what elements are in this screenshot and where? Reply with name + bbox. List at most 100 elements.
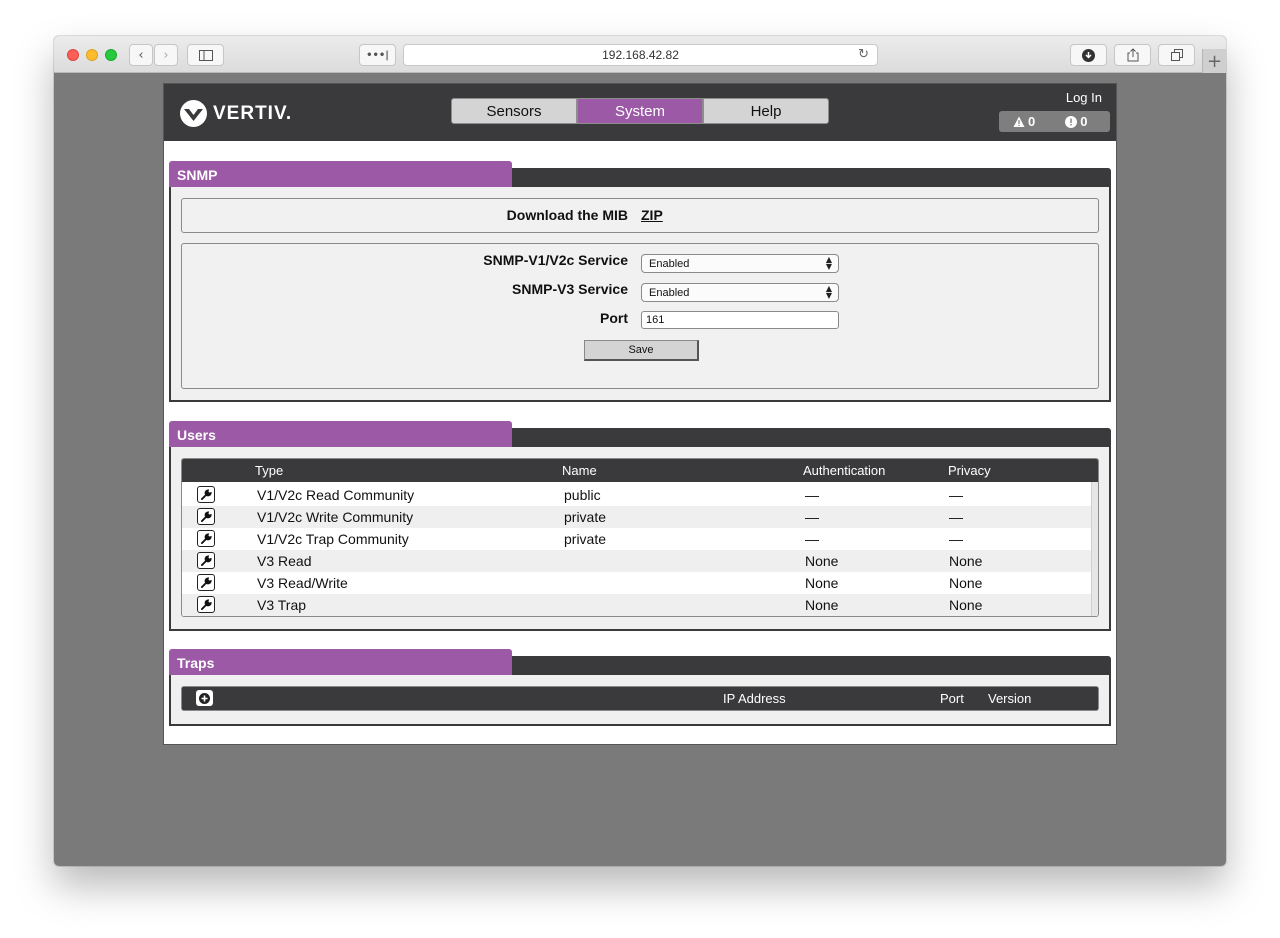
cell-type: V1/V2c Read Community	[257, 487, 415, 503]
table-row: V1/V2c Write Community private — —	[182, 506, 1092, 528]
edit-user-button[interactable]	[197, 486, 215, 503]
reload-icon[interactable]: ↻	[858, 47, 869, 62]
wrench-icon	[200, 555, 212, 566]
plus-circle-icon	[199, 692, 210, 704]
v3-service-row: SNMP-V3 Service Enabled ▲ ▼	[182, 281, 1100, 302]
save-row: Save	[182, 340, 1100, 361]
browser-toolbar: ‹ › •••| 192.168.42.82 ↻ +	[54, 36, 1226, 73]
select-arrows-icon: ▲ ▼	[825, 255, 832, 271]
column-ip-address: IP Address	[723, 691, 786, 706]
column-name: Name	[562, 463, 597, 478]
cell-auth: —	[805, 509, 819, 525]
section-title: Traps	[169, 649, 512, 675]
cell-type: V3 Read/Write	[257, 575, 348, 591]
v1v2c-service-select[interactable]: Enabled ▲ ▼	[641, 254, 839, 273]
warning-counter[interactable]: 0	[1013, 114, 1035, 129]
share-icon	[1127, 48, 1138, 62]
users-table-scrollbar[interactable]	[1091, 482, 1098, 616]
port-input[interactable]: 161	[641, 311, 839, 329]
v1v2c-service-label: SNMP-V1/V2c Service	[483, 252, 628, 268]
brand-name: VERTIV.	[213, 102, 293, 124]
section-body: Type Name Authentication Privacy V1/V2c …	[169, 447, 1111, 631]
tab-sensors[interactable]: Sensors	[451, 98, 577, 124]
warning-triangle-icon	[1013, 116, 1025, 127]
select-arrows-icon: ▲ ▼	[825, 284, 832, 300]
tab-system[interactable]: System	[577, 98, 703, 124]
section-title: Users	[169, 421, 512, 447]
minimize-window-button[interactable]	[86, 49, 98, 61]
alarm-counter[interactable]: 0	[1065, 114, 1087, 129]
table-row: V3 Read None None	[182, 550, 1092, 572]
table-row: V3 Trap None None	[182, 594, 1092, 616]
address-bar[interactable]: 192.168.42.82 ↻	[403, 44, 878, 66]
alarm-summary[interactable]: 0 0	[999, 111, 1110, 132]
column-port: Port	[940, 691, 964, 706]
browser-window: ‹ › •••| 192.168.42.82 ↻ + VERTIV. Senso…	[54, 36, 1226, 866]
vertiv-logo[interactable]: VERTIV.	[180, 100, 292, 127]
edit-user-button[interactable]	[197, 508, 215, 525]
tabs-icon	[1170, 49, 1183, 61]
v3-service-select[interactable]: Enabled ▲ ▼	[641, 283, 839, 302]
sidebar-icon	[198, 49, 213, 61]
sidebar-button[interactable]	[187, 44, 224, 66]
traps-table: IP Address Port Version	[181, 686, 1099, 711]
forward-button[interactable]: ›	[154, 44, 178, 66]
cell-privacy: None	[949, 553, 983, 569]
url-text: 192.168.42.82	[602, 48, 679, 62]
edit-user-button[interactable]	[197, 530, 215, 547]
cell-privacy: —	[949, 487, 963, 503]
wrench-icon	[200, 511, 212, 522]
downloads-button[interactable]	[1070, 44, 1107, 66]
save-button[interactable]: Save	[584, 340, 699, 361]
v1v2c-service-row: SNMP-V1/V2c Service Enabled ▲ ▼	[182, 252, 1100, 273]
wrench-icon	[200, 577, 212, 588]
tabs-button[interactable]	[1158, 44, 1195, 66]
vertiv-logo-icon	[180, 100, 207, 127]
cell-privacy: None	[949, 575, 983, 591]
add-trap-button[interactable]	[196, 690, 213, 706]
snmp-section: SNMP Download the MIB ZIP SNMP-V1/V2c Se…	[169, 161, 1111, 402]
column-type: Type	[255, 463, 284, 478]
section-body: IP Address Port Version	[169, 675, 1111, 726]
app-header: VERTIV. Sensors System Help Log In 0 0	[164, 84, 1116, 141]
port-label: Port	[600, 310, 628, 326]
wrench-icon	[200, 599, 212, 610]
v3-service-label: SNMP-V3 Service	[512, 281, 628, 297]
edit-user-button[interactable]	[197, 574, 215, 591]
users-table-header: Type Name Authentication Privacy	[182, 459, 1098, 482]
zoom-window-button[interactable]	[105, 49, 117, 61]
cell-name: private	[564, 509, 607, 525]
traps-table-header: IP Address Port Version	[182, 687, 1098, 710]
cell-privacy: —	[949, 509, 963, 525]
cell-type: V3 Trap	[257, 597, 307, 613]
section-title: SNMP	[169, 161, 512, 187]
extensions-button[interactable]: •••|	[359, 44, 396, 66]
alarm-count: 0	[1080, 114, 1088, 129]
traps-section: Traps IP Address Port Version	[169, 649, 1111, 726]
table-row: V1/V2c Read Community public — —	[182, 484, 1092, 506]
cell-privacy: None	[949, 597, 983, 613]
users-table: Type Name Authentication Privacy V1/V2c …	[181, 458, 1099, 617]
mib-download-row: Download the MIB ZIP	[182, 207, 1100, 227]
close-window-button[interactable]	[67, 49, 79, 61]
v3-service-value: Enabled	[649, 286, 690, 299]
edit-user-button[interactable]	[197, 596, 215, 613]
edit-user-button[interactable]	[197, 552, 215, 569]
share-button[interactable]	[1114, 44, 1151, 66]
back-button[interactable]: ‹	[129, 44, 153, 66]
users-section: Users Type Name Authentication Privacy V…	[169, 421, 1111, 631]
alert-circle-icon	[1065, 115, 1078, 128]
cell-type: V1/V2c Trap Community	[257, 531, 409, 547]
cell-auth: None	[805, 553, 839, 569]
snmp-settings-box: SNMP-V1/V2c Service Enabled ▲ ▼ SNMP-V3 S…	[181, 243, 1099, 389]
column-privacy: Privacy	[948, 463, 991, 478]
tab-help[interactable]: Help	[703, 98, 829, 124]
new-tab-button[interactable]: +	[1202, 49, 1226, 73]
mib-download-box: Download the MIB ZIP	[181, 198, 1099, 233]
cell-name: private	[564, 531, 607, 547]
zip-download-link[interactable]: ZIP	[641, 207, 663, 223]
main-nav: Sensors System Help	[451, 98, 829, 124]
login-link[interactable]: Log In	[1066, 90, 1102, 105]
column-authentication: Authentication	[803, 463, 886, 478]
chevron-right-icon: ›	[163, 47, 169, 63]
